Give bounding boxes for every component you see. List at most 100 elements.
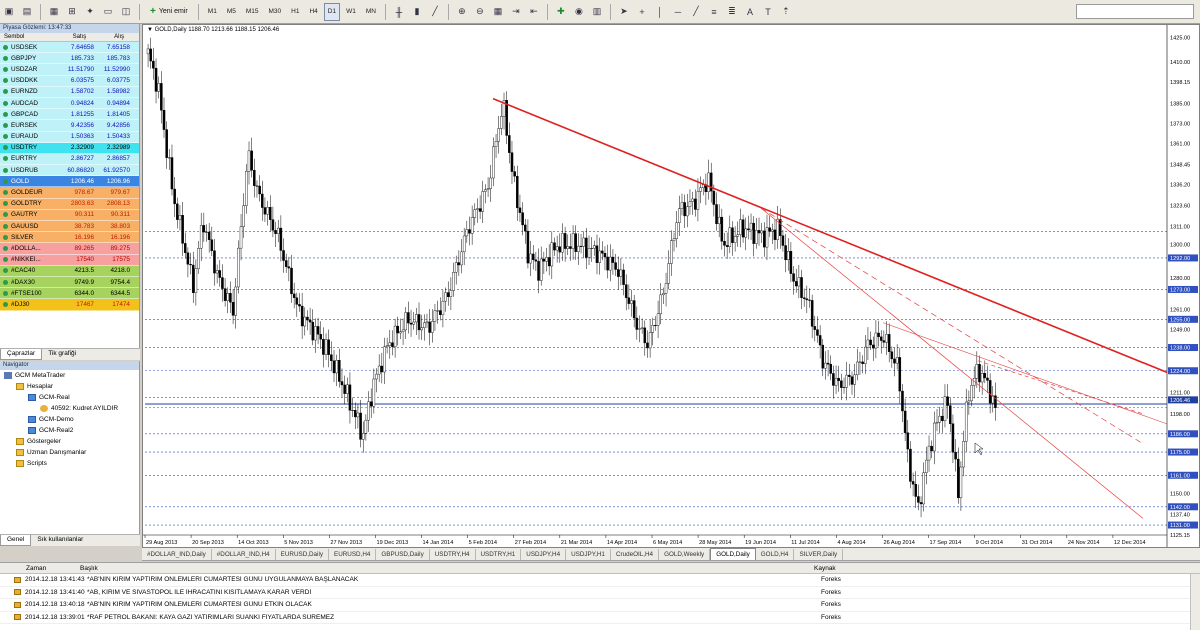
periods-icon[interactable]: ◉	[571, 3, 587, 21]
market-watch-row[interactable]: USDRUB 60.86820 61.92570	[0, 165, 139, 177]
chart-tab[interactable]: GOLD,Daily	[710, 548, 756, 560]
column-ask[interactable]: Alış	[99, 33, 139, 41]
terminal-icon[interactable]: ▭	[100, 3, 116, 21]
column-source[interactable]: Kaynak	[810, 563, 1010, 573]
timeframe-h4[interactable]: H4	[305, 3, 321, 21]
templates-icon[interactable]: ▥	[589, 3, 605, 21]
price-chart[interactable]: 1425.00 1410.00 1398.15 1385.00 1373.00 1361.…	[143, 25, 1199, 547]
autoscroll-icon[interactable]: ⇥	[508, 3, 524, 21]
market-watch-row[interactable]: USDDKK 6.03575 6.03775	[0, 75, 139, 87]
cursor-icon[interactable]: ➤	[616, 3, 632, 21]
chart-tab[interactable]: GBPUSD,Daily	[376, 549, 430, 560]
column-title[interactable]: Başlık	[80, 563, 810, 573]
tab-general[interactable]: Genel	[0, 535, 32, 546]
market-watch-row[interactable]: GOLDTRY 2803.63 2808.13	[0, 198, 139, 210]
chart-tab[interactable]: #DOLLAR_IND,Daily	[142, 549, 212, 560]
chart-tab[interactable]: #DOLLAR_IND,H4	[212, 549, 276, 560]
market-watch-row[interactable]: SILVER 16.196 16.196	[0, 232, 139, 244]
trendline-icon[interactable]: ╱	[688, 3, 704, 21]
tab-favorites[interactable]: Sık kullanılanlar	[31, 535, 89, 546]
tile-windows-icon[interactable]: ▦	[490, 3, 506, 21]
timeframe-mn[interactable]: MN	[362, 3, 380, 21]
market-watch-icon[interactable]: ▦	[46, 3, 62, 21]
column-symbol[interactable]: Sembol	[0, 33, 60, 41]
profiles-icon[interactable]: ▤	[19, 3, 35, 21]
chart-tab[interactable]: SILVER,Daily	[794, 549, 844, 560]
news-row[interactable]: 2014.12.18 13:41:40 *AB, KIRIM VE SİVASTO…	[0, 587, 1200, 599]
bar-chart-icon[interactable]: ╫	[391, 3, 407, 21]
new-chart-icon[interactable]: ▣	[1, 3, 17, 21]
market-watch-row[interactable]: #FTSE100 6344.0 6344.5	[0, 288, 139, 300]
chart-tab[interactable]: USDJPY,H4	[521, 549, 567, 560]
market-watch-row[interactable]: GBPJPY 185.733 185.783	[0, 53, 139, 65]
chart-tab[interactable]: CrudeOIL,H4	[611, 549, 660, 560]
text-tool-icon[interactable]: A	[742, 3, 758, 21]
navigator-item[interactable]: 40592: Kudret AYILDIR	[0, 403, 139, 414]
chart-tab[interactable]: EURUSD,Daily	[276, 549, 329, 560]
market-watch-row[interactable]: EURTRY 2.86727 2.86857	[0, 153, 139, 166]
market-watch-row[interactable]: EURSEK 9.42356 9.42856	[0, 120, 139, 132]
timeframe-m1[interactable]: M1	[204, 3, 221, 21]
chart-tab[interactable]: EURUSD,H4	[329, 549, 377, 560]
column-bid[interactable]: Satış	[60, 33, 100, 41]
data-window-icon[interactable]: ⊞	[64, 3, 80, 21]
indicators-icon[interactable]: ✚	[553, 3, 569, 21]
news-row[interactable]: 2014.12.18 13:39:01 *RAF PETROL BAKANI: K…	[0, 612, 1200, 624]
market-watch-row[interactable]: USDSEK 7.64658 7.65158	[0, 42, 139, 54]
navigator-item[interactable]: Uzman Danışmanlar	[0, 447, 139, 458]
chart-tab[interactable]: GOLD,H4	[756, 549, 795, 560]
search-input[interactable]	[1076, 4, 1194, 19]
timeframe-m30[interactable]: M30	[265, 3, 286, 21]
column-time[interactable]: Zaman	[0, 563, 80, 573]
market-watch-row[interactable]: #DAX30 9749.9 9754.4	[0, 276, 139, 289]
market-watch-row[interactable]: GAUTRY 90.311 90.311	[0, 209, 139, 221]
arrows-icon[interactable]: ⇡	[778, 3, 794, 21]
horizontal-line-icon[interactable]: ─	[670, 3, 686, 21]
market-watch-row[interactable]: AUDCAD 0.94824 0.94894	[0, 97, 139, 110]
market-watch-row[interactable]: GBPCAD 1.81255 1.81405	[0, 109, 139, 121]
timeframe-h1[interactable]: H1	[287, 3, 303, 21]
timeframe-d1[interactable]: D1	[323, 2, 341, 21]
market-watch-row[interactable]: USDZAR 11.51790 11.52990	[0, 64, 139, 76]
timeframe-m5[interactable]: M5	[223, 3, 240, 21]
navigator-item[interactable]: Göstergeler	[0, 436, 139, 447]
channel-icon[interactable]: ≡	[706, 3, 722, 21]
tab-tick-chart[interactable]: Tik grafiği	[42, 349, 82, 360]
zoom-in-icon[interactable]: ⊕	[454, 3, 470, 21]
crosshair-icon[interactable]: +	[634, 3, 650, 21]
timeframe-w1[interactable]: W1	[342, 3, 360, 21]
navigator-item[interactable]: GCM MetaTrader	[0, 370, 139, 381]
news-row[interactable]: 2014.12.18 13:41:43 *AB'NİN KIRIM YAPTIRI…	[0, 574, 1200, 587]
vertical-line-icon[interactable]: │	[652, 3, 668, 21]
market-watch-row[interactable]: USDTRY 2.32909 2.32989	[0, 142, 139, 154]
market-watch-row[interactable]: GOLDEUR 978.67 979.67	[0, 187, 139, 199]
fibonacci-icon[interactable]: ≣	[724, 3, 740, 21]
market-watch-row[interactable]: #CAC40 4213.5 4218.0	[0, 265, 139, 277]
navigator-item[interactable]: GCM-Demo	[0, 414, 139, 425]
candlestick-icon[interactable]: ▮	[409, 3, 425, 21]
label-tool-icon[interactable]: T	[760, 3, 776, 21]
zoom-out-icon[interactable]: ⊖	[472, 3, 488, 21]
market-watch-row[interactable]: #DOLLA... 89.265 89.275	[0, 243, 139, 255]
timeframe-m15[interactable]: M15	[242, 3, 263, 21]
navigator-item[interactable]: GCM-Real2	[0, 425, 139, 436]
chart-shift-icon[interactable]: ⇤	[526, 3, 542, 21]
navigator-item[interactable]: Hesaplar	[0, 381, 139, 392]
navigator-icon[interactable]: ✦	[82, 3, 98, 21]
market-watch-row[interactable]: #DJ30 17467 17474	[0, 299, 139, 311]
chart-tab[interactable]: GOLD,Weekly	[659, 549, 711, 560]
market-watch-row[interactable]: EURNZD 1.58702 1.58982	[0, 86, 139, 98]
chart-tab[interactable]: USDTRY,H1	[476, 549, 522, 560]
tester-icon[interactable]: ◫	[118, 3, 134, 21]
market-watch-row[interactable]: EURAUD 1.50363 1.50433	[0, 131, 139, 143]
news-row[interactable]: 2014.12.18 13:40:18 *AB'NİN KIRIM YAPTIRI…	[0, 599, 1200, 612]
market-watch-row[interactable]: GAUUSD 38.783 38.803	[0, 221, 139, 233]
navigator-item[interactable]: Scripts	[0, 458, 139, 469]
line-chart-icon[interactable]: ╱	[427, 3, 443, 21]
new-order-button[interactable]: + Yeni emir	[145, 3, 193, 21]
navigator-item[interactable]: GCM-Real	[0, 392, 139, 403]
chart-tab[interactable]: USDJPY,H1	[566, 549, 611, 560]
chart-tab[interactable]: USDTRY,H4	[430, 549, 476, 560]
market-watch-row[interactable]: #NIKKEI... 17540 17575	[0, 254, 139, 266]
market-watch-row[interactable]: GOLD 1206.46 1206.96	[0, 176, 139, 188]
